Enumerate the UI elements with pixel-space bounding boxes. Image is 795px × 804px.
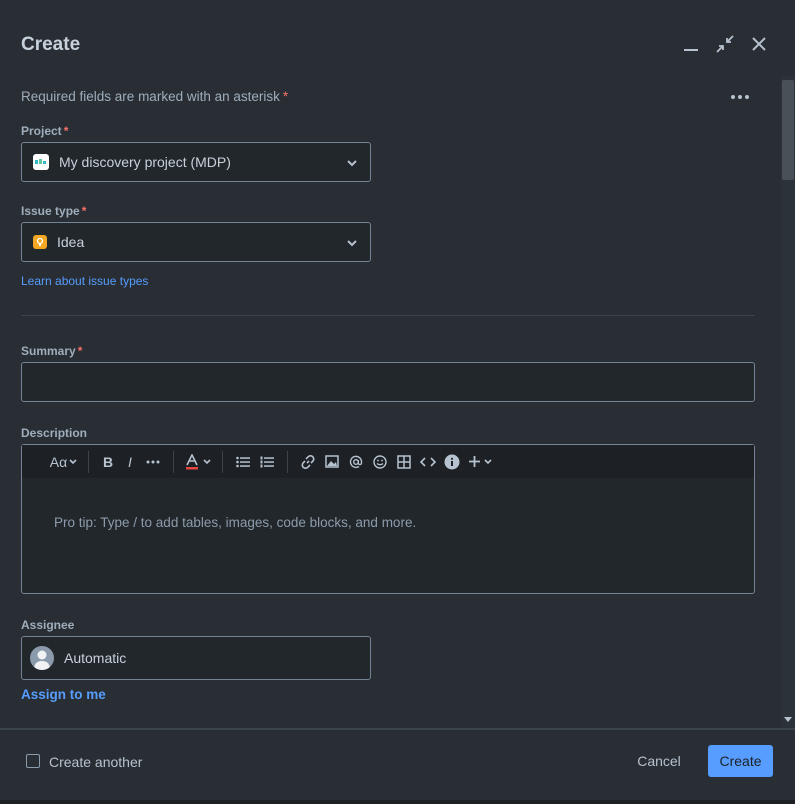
project-select[interactable]: My discovery project (MDP) (21, 142, 371, 182)
insert-more-button[interactable] (464, 450, 496, 474)
issue-type-select[interactable]: Idea (21, 222, 371, 262)
shrink-icon (716, 35, 734, 53)
scrollbar-thumb[interactable] (782, 80, 794, 180)
numbered-list-button[interactable] (255, 450, 279, 474)
close-icon (752, 37, 766, 51)
description-placeholder: Pro tip: Type / to add tables, images, c… (54, 515, 417, 530)
italic-button[interactable]: I (119, 450, 141, 474)
dialog-body[interactable]: Required fields are marked with an aster… (0, 76, 795, 728)
toolbar-divider (222, 450, 223, 473)
project-value: My discovery project (MDP) (59, 154, 231, 170)
issue-type-value: Idea (57, 234, 85, 250)
image-button[interactable] (320, 450, 344, 474)
project-label: Project * (21, 124, 68, 138)
create-another-checkbox[interactable] (26, 754, 40, 768)
summary-input[interactable] (21, 362, 755, 402)
image-icon (325, 455, 339, 468)
info-panel-button[interactable] (440, 450, 464, 474)
emoji-icon (373, 454, 387, 469)
emoji-button[interactable] (368, 450, 392, 474)
table-icon (397, 454, 411, 469)
project-label-text: Project (21, 124, 62, 138)
project-avatar-glyph (35, 159, 46, 164)
issue-type-label-text: Issue type (21, 204, 80, 218)
text-color-icon (185, 453, 198, 469)
avatar (30, 646, 54, 670)
project-avatar-icon (33, 154, 49, 170)
description-editor[interactable]: Aα B I Pro tip: Type / to add tables, im… (21, 444, 755, 594)
text-color-button[interactable] (182, 450, 214, 474)
required-asterisk: * (81, 204, 87, 218)
code-icon (420, 456, 436, 467)
code-button[interactable] (416, 450, 440, 474)
dialog-header: Create (0, 0, 795, 76)
more-dot (731, 95, 735, 99)
create-another-label[interactable]: Create another (49, 754, 142, 770)
learn-issue-types-link[interactable]: Learn about issue types (21, 274, 148, 288)
user-icon (34, 650, 50, 670)
toolbar-divider (173, 450, 174, 473)
text-style-button[interactable]: Aα (48, 450, 80, 474)
table-button[interactable] (392, 450, 416, 474)
shrink-button[interactable] (713, 32, 737, 56)
create-button[interactable]: Create (708, 745, 773, 777)
ellipsis-icon (146, 460, 160, 463)
cancel-button[interactable]: Cancel (627, 745, 691, 777)
text-style-label: Aα (49, 453, 68, 470)
chevron-down-icon (483, 458, 492, 464)
toolbar-divider (88, 450, 89, 473)
required-asterisk: * (282, 89, 289, 104)
info-icon (444, 454, 460, 469)
description-label: Description (21, 426, 88, 440)
link-button[interactable] (296, 450, 320, 474)
more-dot (738, 95, 742, 99)
assignee-select[interactable]: Automatic (21, 636, 371, 680)
numbered-list-icon (260, 456, 274, 467)
link-icon (301, 454, 315, 469)
editor-toolbar: Aα B I (22, 445, 754, 478)
required-note: Required fields are marked with an aster… (21, 89, 288, 104)
assignee-value: Automatic (64, 650, 127, 666)
section-divider (21, 315, 755, 316)
chevron-down-icon (69, 458, 77, 464)
mention-icon (349, 455, 363, 468)
more-dot (745, 95, 749, 99)
bullet-list-button[interactable] (231, 450, 255, 474)
minimize-icon (684, 49, 698, 51)
required-asterisk: * (77, 344, 83, 358)
toolbar-divider (287, 450, 288, 473)
bold-button[interactable]: B (97, 450, 119, 474)
assignee-label: Assignee (21, 618, 75, 632)
chevron-down-icon (347, 240, 357, 247)
summary-label: Summary * (21, 344, 82, 358)
summary-label-text: Summary (21, 344, 76, 358)
mention-button[interactable] (344, 450, 368, 474)
dialog-title: Create (21, 34, 81, 55)
bullet-list-icon (236, 456, 250, 467)
lightbulb-icon (33, 235, 47, 249)
more-actions-button[interactable] (726, 85, 754, 109)
chevron-down-icon (347, 160, 357, 167)
lightbulb-glyph (36, 237, 44, 246)
more-formatting-button[interactable] (141, 450, 165, 474)
close-button[interactable] (747, 32, 771, 56)
plus-icon (468, 456, 480, 467)
dialog-footer: Create another Cancel Create (0, 728, 795, 800)
scrollbar[interactable] (781, 76, 795, 728)
issue-type-label: Issue type * (21, 204, 86, 218)
scroll-down-arrow[interactable] (784, 717, 792, 722)
chevron-down-icon (202, 458, 211, 464)
required-note-text: Required fields are marked with an aster… (21, 89, 280, 104)
create-issue-dialog: Create Required fields are marked with a… (0, 0, 795, 800)
required-asterisk: * (63, 124, 69, 138)
minimize-button[interactable] (679, 32, 703, 56)
assign-to-me-link[interactable]: Assign to me (21, 687, 106, 702)
